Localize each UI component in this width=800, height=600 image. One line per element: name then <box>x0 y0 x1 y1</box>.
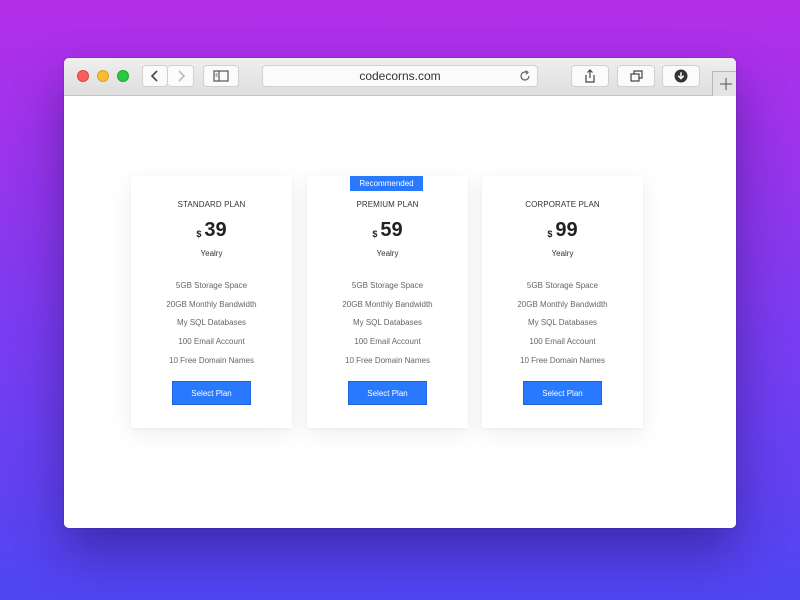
plan-name: STANDARD PLAN <box>177 200 246 209</box>
browser-toolbar: codecorns.com <box>64 58 736 96</box>
pricing-card-standard: STANDARD PLAN $ 39 Yealry 5GB Storage Sp… <box>131 176 292 428</box>
pricing-card-corporate: CORPORATE PLAN $ 99 Yealry 5GB Storage S… <box>482 176 643 428</box>
browser-window: codecorns.com STANDARD PLAN $ 39 Yealry <box>64 58 736 528</box>
billing-period: Yealry <box>200 249 223 258</box>
feature-item: My SQL Databases <box>176 318 247 328</box>
feature-item: 5GB Storage Space <box>175 281 248 290</box>
plan-name: PREMIUM PLAN <box>356 200 419 209</box>
feature-item: 100 Email Account <box>354 337 421 347</box>
feature-item: My SQL Databases <box>352 318 423 328</box>
select-plan-button[interactable]: Select Plan <box>523 381 602 405</box>
price-amount: 59 <box>380 219 403 241</box>
back-button[interactable] <box>142 65 168 87</box>
zoom-window-button[interactable] <box>117 70 129 82</box>
billing-period: Yealry <box>376 249 399 258</box>
feature-item: 100 Email Account <box>529 337 596 347</box>
feature-item: 100 Email Account <box>178 337 245 347</box>
minimize-window-button[interactable] <box>97 70 109 82</box>
price-amount: 99 <box>555 219 578 241</box>
currency-symbol: $ <box>372 229 378 239</box>
plan-price: $ 59 <box>307 219 468 242</box>
pricing-card-premium: Recommended PREMIUM PLAN $ 59 Yealry 5GB… <box>307 176 468 428</box>
feature-item: 20GB Monthly Bandwidth <box>166 299 257 309</box>
billing-period: Yealry <box>551 249 574 258</box>
new-tab-button[interactable] <box>712 71 736 96</box>
plus-icon <box>719 78 732 90</box>
page-content: STANDARD PLAN $ 39 Yealry 5GB Storage Sp… <box>64 96 736 528</box>
back-icon <box>150 70 158 82</box>
feature-item: 10 Free Domain Names <box>520 355 605 365</box>
plan-price: $ 39 <box>131 219 292 242</box>
reload-button[interactable] <box>519 70 531 85</box>
sidebar-button[interactable] <box>203 65 239 87</box>
tabs-icon <box>629 70 643 82</box>
select-plan-button[interactable]: Select Plan <box>348 381 427 405</box>
reload-icon <box>520 70 530 81</box>
plan-price: $ 99 <box>482 219 643 242</box>
feature-item: 20GB Monthly Bandwidth <box>342 299 433 309</box>
address-bar[interactable]: codecorns.com <box>262 65 538 87</box>
feature-item: 5GB Storage Space <box>351 281 424 290</box>
feature-item: 20GB Monthly Bandwidth <box>517 299 608 309</box>
feature-list: 5GB Storage Space 20GB Monthly Bandwidth… <box>482 277 643 370</box>
feature-list: 5GB Storage Space 20GB Monthly Bandwidth… <box>307 277 468 370</box>
plan-name: CORPORATE PLAN <box>525 200 600 209</box>
currency-symbol: $ <box>196 229 202 239</box>
forward-button[interactable] <box>168 65 194 87</box>
select-plan-button[interactable]: Select Plan <box>172 381 251 405</box>
close-window-button[interactable] <box>77 70 89 82</box>
currency-symbol: $ <box>547 229 553 239</box>
tabs-overview-button[interactable] <box>617 65 655 87</box>
feature-list: 5GB Storage Space 20GB Monthly Bandwidth… <box>131 277 292 370</box>
url-text: codecorns.com <box>359 69 441 83</box>
forward-icon <box>177 70 185 82</box>
recommended-badge: Recommended <box>350 176 423 191</box>
downloads-button[interactable] <box>662 65 700 87</box>
download-icon <box>674 69 688 83</box>
feature-item: 5GB Storage Space <box>526 281 599 290</box>
sidebar-icon <box>213 70 229 82</box>
share-button[interactable] <box>571 65 609 87</box>
feature-item: My SQL Databases <box>527 318 598 328</box>
share-icon <box>585 69 595 83</box>
feature-item: 10 Free Domain Names <box>169 355 254 365</box>
feature-item: 10 Free Domain Names <box>345 355 430 365</box>
price-amount: 39 <box>204 219 227 241</box>
